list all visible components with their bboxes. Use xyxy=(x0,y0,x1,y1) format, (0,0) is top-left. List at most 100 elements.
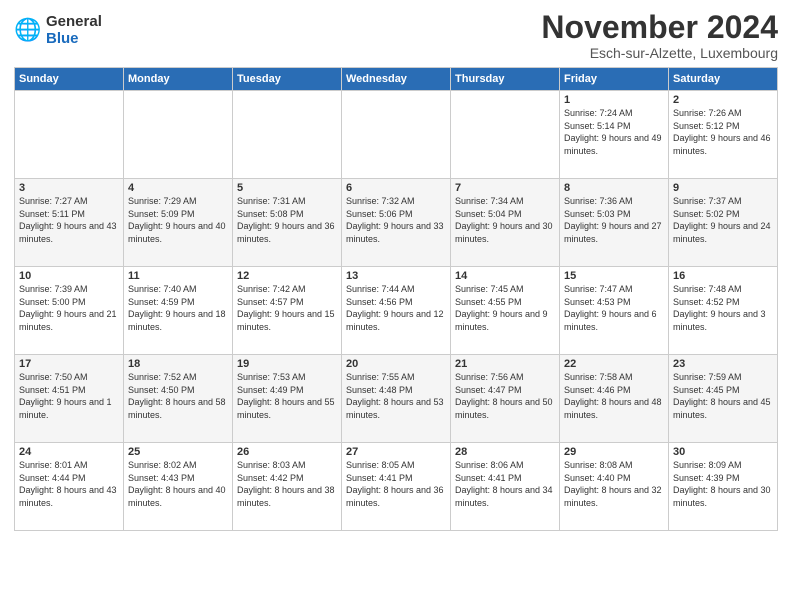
day-number: 29 xyxy=(564,446,664,458)
calendar-cell: 13Sunrise: 7:44 AM Sunset: 4:56 PM Dayli… xyxy=(342,267,451,355)
day-info: Sunrise: 7:47 AM Sunset: 4:53 PM Dayligh… xyxy=(564,283,664,333)
day-info: Sunrise: 7:34 AM Sunset: 5:04 PM Dayligh… xyxy=(455,195,555,245)
day-number: 24 xyxy=(19,446,119,458)
day-number: 7 xyxy=(455,182,555,194)
day-info: Sunrise: 8:01 AM Sunset: 4:44 PM Dayligh… xyxy=(19,459,119,509)
day-info: Sunrise: 7:53 AM Sunset: 4:49 PM Dayligh… xyxy=(237,371,337,421)
day-number: 15 xyxy=(564,270,664,282)
header: 🌐 General Blue November 2024 Esch-sur-Al… xyxy=(14,10,778,61)
calendar-cell: 18Sunrise: 7:52 AM Sunset: 4:50 PM Dayli… xyxy=(124,355,233,443)
day-number: 25 xyxy=(128,446,228,458)
day-info: Sunrise: 7:40 AM Sunset: 4:59 PM Dayligh… xyxy=(128,283,228,333)
day-info: Sunrise: 7:37 AM Sunset: 5:02 PM Dayligh… xyxy=(673,195,773,245)
day-info: Sunrise: 7:50 AM Sunset: 4:51 PM Dayligh… xyxy=(19,371,119,421)
day-info: Sunrise: 7:36 AM Sunset: 5:03 PM Dayligh… xyxy=(564,195,664,245)
calendar-cell: 23Sunrise: 7:59 AM Sunset: 4:45 PM Dayli… xyxy=(669,355,778,443)
month-title: November 2024 xyxy=(541,10,778,45)
day-info: Sunrise: 8:03 AM Sunset: 4:42 PM Dayligh… xyxy=(237,459,337,509)
logo-text: General Blue xyxy=(46,14,102,47)
day-number: 26 xyxy=(237,446,337,458)
calendar-cell: 10Sunrise: 7:39 AM Sunset: 5:00 PM Dayli… xyxy=(15,267,124,355)
calendar-cell: 4Sunrise: 7:29 AM Sunset: 5:09 PM Daylig… xyxy=(124,179,233,267)
logo: 🌐 General Blue xyxy=(14,14,102,47)
day-info: Sunrise: 7:27 AM Sunset: 5:11 PM Dayligh… xyxy=(19,195,119,245)
calendar-week-0: 1Sunrise: 7:24 AM Sunset: 5:14 PM Daylig… xyxy=(15,91,778,179)
calendar-cell: 1Sunrise: 7:24 AM Sunset: 5:14 PM Daylig… xyxy=(560,91,669,179)
day-number: 14 xyxy=(455,270,555,282)
logo-icon: 🌐 xyxy=(14,17,42,45)
day-info: Sunrise: 7:31 AM Sunset: 5:08 PM Dayligh… xyxy=(237,195,337,245)
day-number: 17 xyxy=(19,358,119,370)
day-info: Sunrise: 7:26 AM Sunset: 5:12 PM Dayligh… xyxy=(673,107,773,157)
calendar-cell: 12Sunrise: 7:42 AM Sunset: 4:57 PM Dayli… xyxy=(233,267,342,355)
calendar-cell: 24Sunrise: 8:01 AM Sunset: 4:44 PM Dayli… xyxy=(15,443,124,531)
col-monday: Monday xyxy=(124,68,233,91)
day-number: 8 xyxy=(564,182,664,194)
calendar-week-1: 3Sunrise: 7:27 AM Sunset: 5:11 PM Daylig… xyxy=(15,179,778,267)
day-number: 23 xyxy=(673,358,773,370)
day-info: Sunrise: 8:02 AM Sunset: 4:43 PM Dayligh… xyxy=(128,459,228,509)
title-block: November 2024 Esch-sur-Alzette, Luxembou… xyxy=(541,10,778,61)
day-number: 21 xyxy=(455,358,555,370)
calendar-week-3: 17Sunrise: 7:50 AM Sunset: 4:51 PM Dayli… xyxy=(15,355,778,443)
calendar-cell: 2Sunrise: 7:26 AM Sunset: 5:12 PM Daylig… xyxy=(669,91,778,179)
day-info: Sunrise: 7:56 AM Sunset: 4:47 PM Dayligh… xyxy=(455,371,555,421)
day-info: Sunrise: 7:42 AM Sunset: 4:57 PM Dayligh… xyxy=(237,283,337,333)
calendar-cell: 9Sunrise: 7:37 AM Sunset: 5:02 PM Daylig… xyxy=(669,179,778,267)
calendar-cell: 16Sunrise: 7:48 AM Sunset: 4:52 PM Dayli… xyxy=(669,267,778,355)
location: Esch-sur-Alzette, Luxembourg xyxy=(541,45,778,61)
col-friday: Friday xyxy=(560,68,669,91)
day-info: Sunrise: 7:32 AM Sunset: 5:06 PM Dayligh… xyxy=(346,195,446,245)
day-number: 18 xyxy=(128,358,228,370)
calendar-cell: 26Sunrise: 8:03 AM Sunset: 4:42 PM Dayli… xyxy=(233,443,342,531)
day-info: Sunrise: 7:58 AM Sunset: 4:46 PM Dayligh… xyxy=(564,371,664,421)
calendar-page: 🌐 General Blue November 2024 Esch-sur-Al… xyxy=(0,0,792,612)
day-number: 13 xyxy=(346,270,446,282)
day-info: Sunrise: 7:45 AM Sunset: 4:55 PM Dayligh… xyxy=(455,283,555,333)
day-info: Sunrise: 7:52 AM Sunset: 4:50 PM Dayligh… xyxy=(128,371,228,421)
day-number: 1 xyxy=(564,94,664,106)
col-thursday: Thursday xyxy=(451,68,560,91)
day-number: 19 xyxy=(237,358,337,370)
day-info: Sunrise: 7:44 AM Sunset: 4:56 PM Dayligh… xyxy=(346,283,446,333)
day-info: Sunrise: 7:59 AM Sunset: 4:45 PM Dayligh… xyxy=(673,371,773,421)
header-row: Sunday Monday Tuesday Wednesday Thursday… xyxy=(15,68,778,91)
day-number: 9 xyxy=(673,182,773,194)
day-info: Sunrise: 7:24 AM Sunset: 5:14 PM Dayligh… xyxy=(564,107,664,157)
calendar-cell: 20Sunrise: 7:55 AM Sunset: 4:48 PM Dayli… xyxy=(342,355,451,443)
calendar-week-4: 24Sunrise: 8:01 AM Sunset: 4:44 PM Dayli… xyxy=(15,443,778,531)
calendar-cell: 22Sunrise: 7:58 AM Sunset: 4:46 PM Dayli… xyxy=(560,355,669,443)
calendar-cell xyxy=(124,91,233,179)
calendar-cell xyxy=(15,91,124,179)
calendar-table: Sunday Monday Tuesday Wednesday Thursday… xyxy=(14,67,778,531)
day-number: 5 xyxy=(237,182,337,194)
logo-blue: Blue xyxy=(46,31,102,48)
calendar-cell xyxy=(451,91,560,179)
day-info: Sunrise: 8:06 AM Sunset: 4:41 PM Dayligh… xyxy=(455,459,555,509)
calendar-cell: 11Sunrise: 7:40 AM Sunset: 4:59 PM Dayli… xyxy=(124,267,233,355)
calendar-cell: 6Sunrise: 7:32 AM Sunset: 5:06 PM Daylig… xyxy=(342,179,451,267)
day-number: 27 xyxy=(346,446,446,458)
calendar-cell: 7Sunrise: 7:34 AM Sunset: 5:04 PM Daylig… xyxy=(451,179,560,267)
day-info: Sunrise: 8:09 AM Sunset: 4:39 PM Dayligh… xyxy=(673,459,773,509)
day-number: 2 xyxy=(673,94,773,106)
day-number: 6 xyxy=(346,182,446,194)
col-saturday: Saturday xyxy=(669,68,778,91)
day-number: 11 xyxy=(128,270,228,282)
calendar-cell: 25Sunrise: 8:02 AM Sunset: 4:43 PM Dayli… xyxy=(124,443,233,531)
calendar-week-2: 10Sunrise: 7:39 AM Sunset: 5:00 PM Dayli… xyxy=(15,267,778,355)
day-info: Sunrise: 7:48 AM Sunset: 4:52 PM Dayligh… xyxy=(673,283,773,333)
calendar-cell: 27Sunrise: 8:05 AM Sunset: 4:41 PM Dayli… xyxy=(342,443,451,531)
calendar-cell: 30Sunrise: 8:09 AM Sunset: 4:39 PM Dayli… xyxy=(669,443,778,531)
calendar-cell: 14Sunrise: 7:45 AM Sunset: 4:55 PM Dayli… xyxy=(451,267,560,355)
col-sunday: Sunday xyxy=(15,68,124,91)
day-info: Sunrise: 7:55 AM Sunset: 4:48 PM Dayligh… xyxy=(346,371,446,421)
calendar-cell: 15Sunrise: 7:47 AM Sunset: 4:53 PM Dayli… xyxy=(560,267,669,355)
calendar-cell: 8Sunrise: 7:36 AM Sunset: 5:03 PM Daylig… xyxy=(560,179,669,267)
day-number: 20 xyxy=(346,358,446,370)
day-number: 30 xyxy=(673,446,773,458)
calendar-cell xyxy=(342,91,451,179)
day-number: 4 xyxy=(128,182,228,194)
day-number: 28 xyxy=(455,446,555,458)
col-wednesday: Wednesday xyxy=(342,68,451,91)
